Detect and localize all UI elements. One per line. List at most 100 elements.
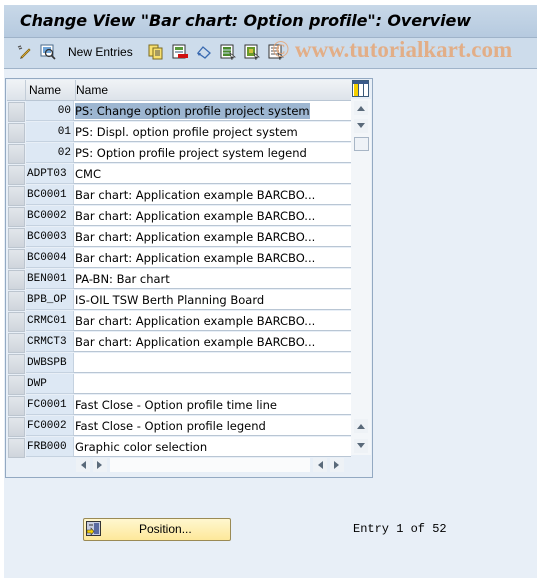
row-selector[interactable]: [8, 354, 25, 374]
position-button[interactable]: Position...: [83, 518, 231, 541]
row-name-field[interactable]: PS: Displ. option profile project system: [73, 122, 351, 142]
row-key-cell: DWBSPB: [26, 353, 73, 373]
table-row[interactable]: DWBSPB: [7, 353, 351, 374]
table-row[interactable]: CRMCT3 Bar chart: Application example BAR…: [7, 332, 351, 353]
row-name-field[interactable]: [73, 374, 351, 394]
horizontal-scrollbar[interactable]: [73, 457, 349, 473]
row-key-cell: FC0001: [26, 395, 73, 415]
table-row[interactable]: BC0001 Bar chart: Application example BAR…: [7, 185, 351, 206]
row-selector[interactable]: [8, 291, 25, 311]
row-key-cell: CRMCT3: [26, 332, 73, 352]
column-settings-icon[interactable]: [352, 80, 369, 97]
row-name-field[interactable]: Bar chart: Application example BARCBO...: [73, 248, 351, 268]
table-row[interactable]: CRMC01 Bar chart: Application example BAR…: [7, 311, 351, 332]
row-name-field[interactable]: PS: Change option profile project system: [73, 101, 351, 121]
scroll-page-up-button[interactable]: [354, 419, 368, 433]
row-selector[interactable]: [8, 375, 25, 395]
row-name-field[interactable]: IS-OIL TSW Berth Planning Board: [73, 290, 351, 310]
table-row[interactable]: 02 PS: Option profile project system lege…: [7, 143, 351, 164]
table-row[interactable]: 00 PS: Change option profile project syst…: [7, 101, 351, 122]
page-title: Change View "Bar chart: Option profile":…: [20, 11, 471, 30]
row-name-field[interactable]: Bar chart: Application example BARCBO...: [73, 206, 351, 226]
scroll-left-button[interactable]: [76, 458, 90, 472]
row-name-field[interactable]: Bar chart: Application example BARCBO...: [73, 332, 351, 352]
table-row[interactable]: BEN001 PA-BN: Bar chart: [7, 269, 351, 290]
select-block-icon[interactable]: [244, 44, 260, 60]
row-selector[interactable]: [8, 186, 25, 206]
row-key-cell: CRMC01: [26, 311, 73, 331]
select-all-icon[interactable]: [220, 44, 236, 60]
row-key-cell: BPB_OP: [26, 290, 73, 310]
row-selector[interactable]: [8, 207, 25, 227]
undo-change-icon[interactable]: [196, 44, 212, 60]
horizontal-scroll-track[interactable]: [110, 458, 310, 472]
application-toolbar: New Entries © www.tutorialkart.com: [4, 37, 537, 69]
row-key-cell: BC0004: [26, 248, 73, 268]
row-selector[interactable]: [8, 270, 25, 290]
scroll-up-button[interactable]: [354, 101, 368, 115]
row-key-cell: DWP: [26, 374, 73, 394]
table-row[interactable]: FC0001 Fast Close - Option profile time l…: [7, 395, 351, 416]
watermark: © www.tutorialkart.com: [272, 37, 513, 62]
position-button-label: Position...: [139, 522, 192, 536]
table-row[interactable]: FC0002 Fast Close - Option profile legend: [7, 416, 351, 437]
table-row[interactable]: BPB_OP IS-OIL TSW Berth Planning Board: [7, 290, 351, 311]
row-key-cell: 00: [26, 101, 73, 121]
row-name-field[interactable]: PS: Option profile project system legend: [73, 143, 351, 163]
row-name-field[interactable]: Fast Close - Option profile time line: [73, 395, 351, 415]
row-key-cell: BC0002: [26, 206, 73, 226]
row-name-field[interactable]: Bar chart: Application example BARCBO...: [73, 311, 351, 331]
row-key-cell: FRB000: [26, 437, 73, 457]
left-edge: [0, 0, 4, 578]
selected-text: PS: Change option profile project system: [75, 103, 310, 119]
table-row[interactable]: DWP: [7, 374, 351, 395]
row-name-field[interactable]: Graphic color selection: [73, 437, 351, 457]
row-key-cell: ADPT03: [26, 164, 73, 184]
row-key-cell: BC0003: [26, 227, 73, 247]
find-icon[interactable]: [40, 44, 56, 60]
table-header: Name Name: [7, 80, 351, 101]
row-selector[interactable]: [8, 312, 25, 332]
row-selector[interactable]: [8, 123, 25, 143]
row-selector[interactable]: [8, 102, 25, 122]
row-name-field[interactable]: Fast Close - Option profile legend: [73, 416, 351, 436]
select-all-corner[interactable]: [7, 80, 26, 100]
delete-icon[interactable]: [172, 44, 188, 60]
scroll-page-down-button[interactable]: [354, 439, 368, 453]
display-change-icon[interactable]: [16, 44, 32, 60]
row-selector[interactable]: [8, 417, 25, 437]
column-header-key[interactable]: Name: [26, 80, 76, 100]
row-selector[interactable]: [8, 144, 25, 164]
table-row[interactable]: BC0004 Bar chart: Application example BAR…: [7, 248, 351, 269]
row-selector[interactable]: [8, 333, 25, 353]
row-key-cell: 02: [26, 143, 73, 163]
scroll-right-button[interactable]: [93, 458, 107, 472]
row-selector[interactable]: [8, 228, 25, 248]
copy-as-icon[interactable]: [148, 44, 164, 60]
row-name-field[interactable]: CMC: [73, 164, 351, 184]
table-row[interactable]: FRB000 Graphic color selection: [7, 437, 351, 458]
row-name-field[interactable]: [73, 353, 351, 373]
new-entries-button[interactable]: New Entries: [68, 45, 133, 59]
scroll-left-end-button[interactable]: [313, 458, 327, 472]
scroll-right-end-button[interactable]: [330, 458, 344, 472]
table-row[interactable]: BC0002 Bar chart: Application example BAR…: [7, 206, 351, 227]
row-selector[interactable]: [8, 438, 25, 458]
entry-counter: Entry 1 of 52: [353, 522, 447, 536]
row-key-cell: BC0001: [26, 185, 73, 205]
table-row[interactable]: 01 PS: Displ. option profile project syst…: [7, 122, 351, 143]
row-name-field[interactable]: Bar chart: Application example BARCBO...: [73, 227, 351, 247]
row-key-cell: FC0002: [26, 416, 73, 436]
table-row[interactable]: BC0003 Bar chart: Application example BAR…: [7, 227, 351, 248]
row-selector[interactable]: [8, 165, 25, 185]
table-row[interactable]: ADPT03 CMC: [7, 164, 351, 185]
row-name-field[interactable]: Bar chart: Application example BARCBO...: [73, 185, 351, 205]
vertical-scrollbar[interactable]: [351, 99, 371, 455]
column-header-name[interactable]: Name: [73, 80, 352, 100]
row-selector[interactable]: [8, 396, 25, 416]
scroll-thumb[interactable]: [354, 137, 369, 151]
title-bar: Change View "Bar chart: Option profile":…: [4, 5, 537, 38]
row-selector[interactable]: [8, 249, 25, 269]
scroll-down-button[interactable]: [354, 119, 368, 133]
row-name-field[interactable]: PA-BN: Bar chart: [73, 269, 351, 289]
